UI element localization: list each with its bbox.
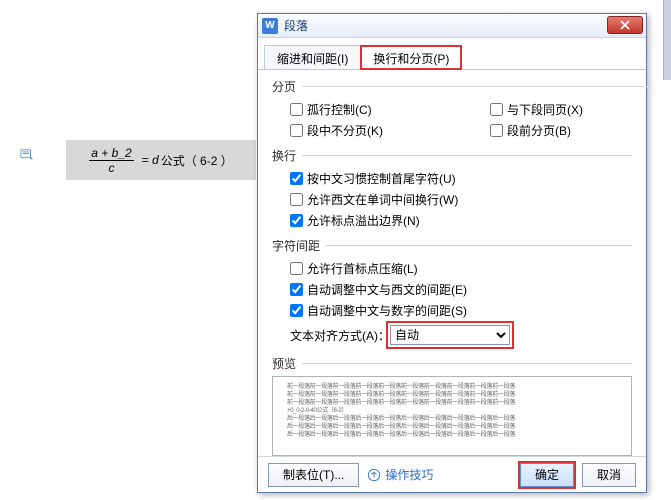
group-title-preview: 预览 (272, 355, 632, 372)
group-line-break: 换行 按中文习惯控制首尾字符(U) 允许西文在单词中间换行(W) 允许标点溢出边… (272, 147, 632, 231)
equation-object[interactable]: a + b_2 c = d 公式（ 6-2 ） (66, 140, 256, 180)
text-align-label: 文本对齐方式(A)： (290, 327, 390, 344)
checkbox-keep-with-next[interactable]: 与下段同页(X) (490, 101, 650, 118)
preview-box: 前一段落前一段落前一段落前一段落前一段落前一段落前一段落前一段落前一段落前一段落… (272, 376, 632, 456)
anchor-icon (20, 148, 34, 162)
checkbox-input[interactable] (490, 103, 503, 116)
checkbox-input[interactable] (290, 124, 303, 137)
checkbox-input[interactable] (290, 262, 303, 275)
checkbox-input[interactable] (290, 103, 303, 116)
close-icon (620, 20, 630, 30)
help-link[interactable]: 操作技巧 (367, 466, 433, 483)
dialog-body: 分页 孤行控制(C) 与下段同页(X) 段中不分页(K) 段前分页(B) 换行 … (258, 70, 646, 456)
preview-formula-line: +0_0-2-0-40公式（6-2） (287, 407, 617, 415)
text-align-select[interactable]: 自动 (390, 325, 510, 345)
tab-indent-spacing[interactable]: 缩进和间距(I) (264, 45, 361, 70)
paragraph-dialog: W 段落 缩进和间距(I) 换行和分页(P) 分页 孤行控制(C) 与下段同页(… (257, 13, 647, 493)
tab-line-page-breaks[interactable]: 换行和分页(P) (360, 45, 462, 70)
preview-line: 前一段落前一段落前一段落前一段落前一段落前一段落前一段落前一段落前一段落前一段落 (287, 383, 617, 391)
equation-rhs: = d (142, 153, 159, 167)
checkbox-input[interactable] (490, 124, 503, 137)
checkbox-keep-lines-together[interactable]: 段中不分页(K) (290, 122, 450, 139)
checkbox-input[interactable] (290, 172, 303, 185)
checkbox-input[interactable] (290, 214, 303, 227)
app-icon: W (262, 18, 278, 34)
close-button[interactable] (607, 16, 643, 34)
fraction-denominator: c (106, 161, 116, 175)
checkbox-cn-digit-spacing[interactable]: 自动调整中文与数字的间距(S) (290, 302, 467, 319)
vertical-ruler-strip (663, 0, 671, 80)
preview-line: 后一段落后一段落后一段落后一段落后一段落后一段落后一段落后一段落后一段落后一段落 (287, 431, 617, 439)
preview-line: 后一段落后一段落后一段落后一段落后一段落后一段落后一段落后一段落后一段落后一段落 (287, 423, 617, 431)
checkbox-latin-word-wrap[interactable]: 允许西文在单词中间换行(W) (290, 191, 458, 208)
checkbox-cn-first-last[interactable]: 按中文习惯控制首尾字符(U) (290, 170, 456, 187)
group-title-char-spacing: 字符间距 (272, 237, 632, 254)
tab-strip: 缩进和间距(I) 换行和分页(P) (258, 38, 646, 70)
dialog-title: 段落 (284, 17, 308, 34)
preview-line: 前一段落前一段落前一段落前一段落前一段落前一段落前一段落前一段落前一段落前一段落 (287, 391, 617, 399)
checkbox-input[interactable] (290, 283, 303, 296)
checkbox-input[interactable] (290, 304, 303, 317)
dialog-footer: 制表位(T)... 操作技巧 确定 取消 (258, 456, 646, 492)
cancel-button[interactable]: 取消 (582, 463, 636, 487)
checkbox-page-break-before[interactable]: 段前分页(B) (490, 122, 650, 139)
group-title-pagination: 分页 (272, 78, 650, 95)
document-formula-area: a + b_2 c = d 公式（ 6-2 ） (20, 140, 255, 180)
help-icon (367, 468, 381, 482)
equation-caption: 公式（ 6-2 ） (161, 152, 233, 169)
preview-line: 前一段落前一段落前一段落前一段落前一段落前一段落前一段落前一段落前一段落前一段落 (287, 399, 617, 407)
checkbox-punct-compress[interactable]: 允许行首标点压缩(L) (290, 260, 450, 277)
ok-button[interactable]: 确定 (520, 463, 574, 487)
checkbox-input[interactable] (290, 193, 303, 206)
preview-line: 后一段落后一段落后一段落后一段落后一段落后一段落后一段落后一段落后一段落后一段落 (287, 415, 617, 423)
checkbox-punct-overflow[interactable]: 允许标点溢出边界(N) (290, 212, 450, 229)
group-pagination: 分页 孤行控制(C) 与下段同页(X) 段中不分页(K) 段前分页(B) (272, 78, 650, 141)
group-preview: 预览 前一段落前一段落前一段落前一段落前一段落前一段落前一段落前一段落前一段落前… (272, 355, 632, 456)
fraction-numerator: a + b_2 (89, 146, 133, 161)
tabstops-button[interactable]: 制表位(T)... (268, 463, 359, 487)
group-char-spacing: 字符间距 允许行首标点压缩(L) 自动调整中文与西文的间距(E) 自动调整中文与… (272, 237, 632, 349)
dialog-titlebar[interactable]: W 段落 (258, 14, 646, 38)
group-title-line-break: 换行 (272, 147, 632, 164)
checkbox-orphan-control[interactable]: 孤行控制(C) (290, 101, 450, 118)
checkbox-cn-latin-spacing[interactable]: 自动调整中文与西文的间距(E) (290, 281, 467, 298)
